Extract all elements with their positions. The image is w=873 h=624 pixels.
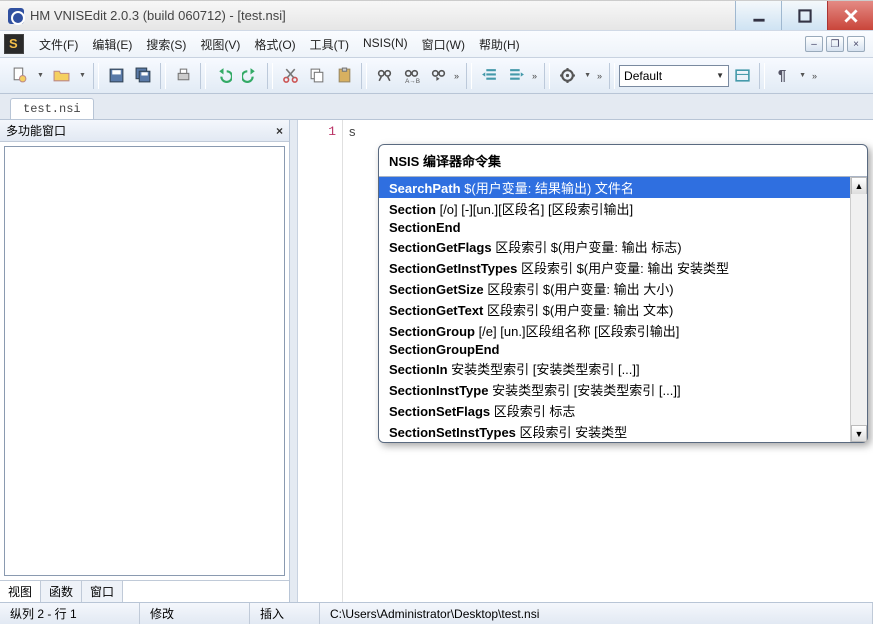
autocomplete-scrollbar[interactable]: ▲ ▼ xyxy=(850,177,867,442)
menu-nsis[interactable]: NSIS(N) xyxy=(356,33,415,56)
toolbar-overflow3-icon[interactable]: » xyxy=(594,71,605,81)
toolbar-overflow-icon[interactable]: » xyxy=(451,71,462,81)
status-modified: 修改 xyxy=(140,603,250,624)
autocomplete-item[interactable]: Section [/o] [-][un.][区段名] [区段索引输出] xyxy=(379,198,867,219)
cut-button[interactable] xyxy=(277,63,303,89)
editor-logo-icon xyxy=(4,34,24,54)
side-panel-title: 多功能窗口 xyxy=(6,122,66,139)
indent-button[interactable] xyxy=(503,63,529,89)
autocomplete-popup: NSIS 编译器命令集 SearchPath $(用户变量: 结果输出) 文件名… xyxy=(378,144,868,443)
close-button[interactable] xyxy=(827,1,873,30)
autocomplete-item[interactable]: SectionGetSize 区段索引 $(用户变量: 输出 大小) xyxy=(379,278,867,299)
file-tab[interactable]: test.nsi xyxy=(10,98,94,119)
compile-button[interactable] xyxy=(554,63,580,89)
scroll-down-button[interactable]: ▼ xyxy=(851,425,867,442)
redo-button[interactable] xyxy=(237,63,263,89)
mdi-close-button[interactable]: × xyxy=(847,36,865,52)
toolbar: ▼ ▼ A→B » » ▼ » Default ▼ ¶ ▼ » xyxy=(0,58,873,94)
autocomplete-item[interactable]: SectionGetInstTypes 区段索引 $(用户变量: 输出 安装类型 xyxy=(379,257,867,278)
maximize-button[interactable] xyxy=(781,1,827,30)
side-tab-view[interactable]: 视图 xyxy=(0,581,41,602)
scroll-up-button[interactable]: ▲ xyxy=(851,177,867,194)
autocomplete-item[interactable]: SearchPath $(用户变量: 结果输出) 文件名 xyxy=(379,177,867,198)
autocomplete-item[interactable]: SectionSetFlags 区段索引 标志 xyxy=(379,400,867,421)
copy-button[interactable] xyxy=(304,63,330,89)
menu-file[interactable]: 文件(F) xyxy=(32,33,85,56)
splitter[interactable] xyxy=(290,120,298,602)
side-panel-body[interactable] xyxy=(4,146,285,576)
paragraph-menu-button[interactable]: ▼ xyxy=(795,63,809,89)
mdi-restore-button[interactable]: ❐ xyxy=(826,36,844,52)
side-panel-tabs: 视图 函数 窗口 xyxy=(0,580,289,602)
autocomplete-item[interactable]: SectionGroup [/e] [un.]区段组名称 [区段索引输出] xyxy=(379,320,867,341)
menu-tools[interactable]: 工具(T) xyxy=(303,33,356,56)
toolbar-overflow2-icon[interactable]: » xyxy=(529,71,540,81)
print-button[interactable] xyxy=(170,63,196,89)
mdi-minimize-button[interactable]: – xyxy=(805,36,823,52)
side-tab-functions[interactable]: 函数 xyxy=(41,581,82,602)
find-next-button[interactable] xyxy=(425,63,451,89)
menu-window[interactable]: 窗口(W) xyxy=(415,33,472,56)
status-filepath: C:\Users\Administrator\Desktop\test.nsi xyxy=(320,603,873,624)
side-panel-close-button[interactable]: × xyxy=(276,124,283,138)
save-all-button[interactable] xyxy=(130,63,156,89)
autocomplete-item[interactable]: SectionInstType 安装类型索引 [安装类型索引 [...]] xyxy=(379,379,867,400)
new-file-button[interactable] xyxy=(6,63,32,89)
status-position: 纵列 2 - 行 1 xyxy=(0,603,140,624)
autocomplete-list[interactable]: SearchPath $(用户变量: 结果输出) 文件名Section [/o]… xyxy=(379,177,867,442)
autocomplete-item[interactable]: SectionSetInstTypes 区段索引 安装类型 xyxy=(379,421,867,442)
menu-view[interactable]: 视图(V) xyxy=(193,33,247,56)
preset-combo[interactable]: Default ▼ xyxy=(619,65,729,87)
status-bar: 纵列 2 - 行 1 修改 插入 C:\Users\Administrator\… xyxy=(0,602,873,624)
preset-apply-button[interactable] xyxy=(729,63,755,89)
menu-search[interactable]: 搜索(S) xyxy=(139,33,193,56)
side-panel: 多功能窗口 × 视图 函数 窗口 xyxy=(0,120,290,602)
unindent-button[interactable] xyxy=(476,63,502,89)
document-tabs: test.nsi xyxy=(0,94,873,120)
autocomplete-item[interactable]: SectionGroupEnd xyxy=(379,341,867,358)
autocomplete-item[interactable]: SectionGetText 区段索引 $(用户变量: 输出 文本) xyxy=(379,299,867,320)
title-bar: HM VNISEdit 2.0.3 (build 060712) - [test… xyxy=(0,0,873,30)
toolbar-overflow4-icon[interactable]: » xyxy=(809,71,820,81)
menu-bar: 文件(F)编辑(E)搜索(S)视图(V)格式(O)工具(T)NSIS(N)窗口(… xyxy=(0,30,873,58)
menu-format[interactable]: 格式(O) xyxy=(247,33,302,56)
open-file-button[interactable] xyxy=(48,63,74,89)
code-editor[interactable]: 1 s NSIS 编译器命令集 SearchPath $(用户变量: 结果输出)… xyxy=(298,120,873,602)
app-icon xyxy=(8,8,24,24)
autocomplete-item[interactable]: SectionIn 安装类型索引 [安装类型索引 [...]] xyxy=(379,358,867,379)
compile-menu-button[interactable]: ▼ xyxy=(580,63,594,89)
paste-button[interactable] xyxy=(331,63,357,89)
open-file-menu-button[interactable]: ▼ xyxy=(75,63,89,89)
save-button[interactable] xyxy=(103,63,129,89)
find-button[interactable] xyxy=(371,63,397,89)
side-panel-header: 多功能窗口 × xyxy=(0,120,289,142)
autocomplete-item[interactable]: SectionGetFlags 区段索引 $(用户变量: 输出 标志) xyxy=(379,236,867,257)
undo-button[interactable] xyxy=(210,63,236,89)
minimize-button[interactable] xyxy=(735,1,781,30)
line-gutter: 1 xyxy=(298,120,343,602)
autocomplete-header: NSIS 编译器命令集 xyxy=(379,145,867,177)
side-tab-windows[interactable]: 窗口 xyxy=(82,581,123,602)
menu-edit[interactable]: 编辑(E) xyxy=(85,33,139,56)
replace-button[interactable]: A→B xyxy=(398,63,424,89)
paragraph-marks-button[interactable]: ¶ xyxy=(769,63,795,89)
window-title: HM VNISEdit 2.0.3 (build 060712) - [test… xyxy=(30,8,735,23)
new-file-menu-button[interactable]: ▼ xyxy=(33,63,47,89)
chevron-down-icon: ▼ xyxy=(716,71,724,80)
menu-help[interactable]: 帮助(H) xyxy=(472,33,527,56)
preset-label: Default xyxy=(624,69,662,83)
autocomplete-item[interactable]: SectionEnd xyxy=(379,219,867,236)
svg-text:A→B: A→B xyxy=(405,78,420,84)
status-insert-mode: 插入 xyxy=(250,603,320,624)
